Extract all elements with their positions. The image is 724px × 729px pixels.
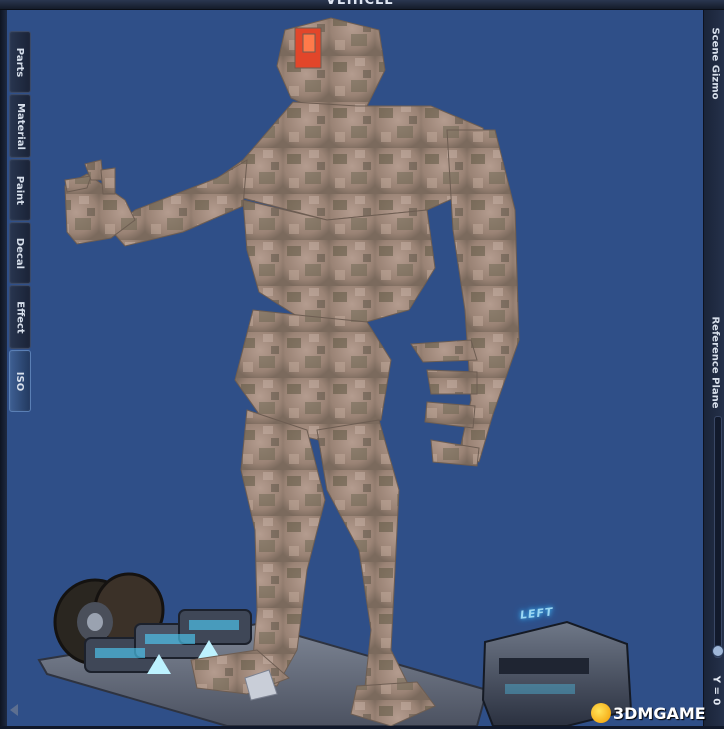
watermark-text: 3DMGAME	[613, 703, 706, 723]
scene-gizmo-tab[interactable]: Scene Gizmo	[707, 18, 723, 108]
y-value-text: Y = 0	[710, 675, 722, 705]
tab-parts-label: Parts	[14, 47, 26, 77]
chevron-left-icon[interactable]	[10, 704, 18, 716]
tab-decal-label: Decal	[14, 237, 26, 269]
watermark: 3DMGAME	[591, 702, 706, 724]
tab-paint[interactable]: Paint	[9, 159, 31, 221]
tab-parts[interactable]: Parts	[9, 31, 31, 93]
reference-plane-slider-track[interactable]	[714, 416, 722, 658]
reference-plane-tab[interactable]: Reference Plane	[707, 312, 723, 412]
tab-material-label: Material	[14, 102, 26, 150]
tab-material[interactable]: Material	[9, 94, 31, 158]
reference-plane-label: Reference Plane	[709, 315, 721, 409]
scene-render	[37, 17, 633, 726]
tab-iso[interactable]: ISO	[9, 350, 31, 412]
scene-gizmo-label: Scene Gizmo	[709, 26, 721, 100]
tab-effect[interactable]: Effect	[9, 285, 31, 349]
tab-iso-label: ISO	[14, 371, 26, 391]
tab-decal[interactable]: Decal	[9, 222, 31, 284]
tab-paint-label: Paint	[14, 175, 26, 205]
3dm-logo-icon	[591, 703, 611, 723]
tab-effect-label: Effect	[14, 300, 26, 334]
y-value-readout: Y = 0	[704, 670, 724, 710]
window-title: VEHICLE	[325, 0, 395, 8]
3d-viewport[interactable]	[7, 10, 703, 726]
left-frame	[0, 10, 7, 726]
reference-plane-slider-thumb[interactable]	[712, 645, 724, 657]
title-bar: VEHICLE	[0, 0, 724, 10]
